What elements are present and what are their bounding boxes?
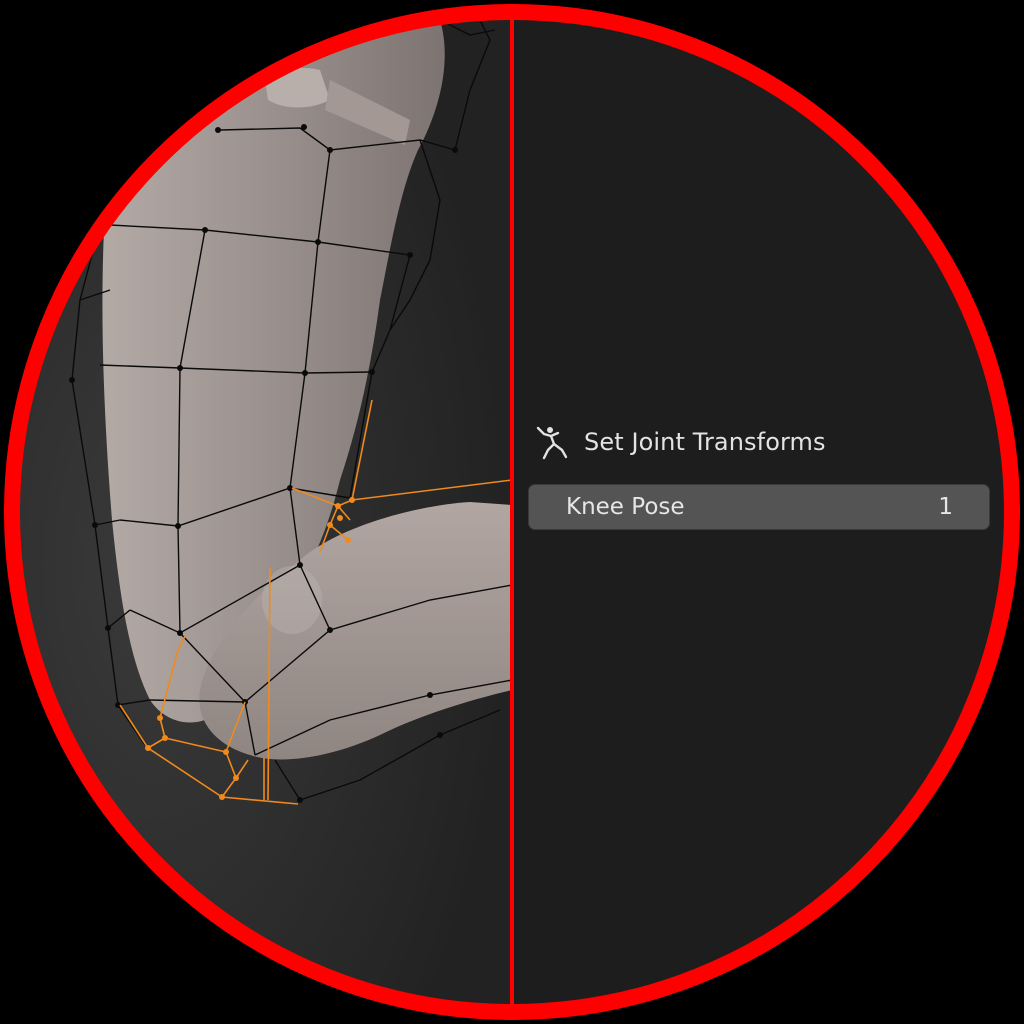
- knee-pose-value[interactable]: 1: [938, 494, 953, 520]
- knee-pose-field[interactable]: Knee Pose 1: [528, 484, 990, 530]
- running-figure-icon: [532, 422, 572, 462]
- knee-pose-label: Knee Pose: [566, 494, 685, 520]
- operator-header[interactable]: Set Joint Transforms: [532, 420, 826, 464]
- operator-title: Set Joint Transforms: [584, 428, 826, 456]
- knee-highlight: [262, 566, 322, 634]
